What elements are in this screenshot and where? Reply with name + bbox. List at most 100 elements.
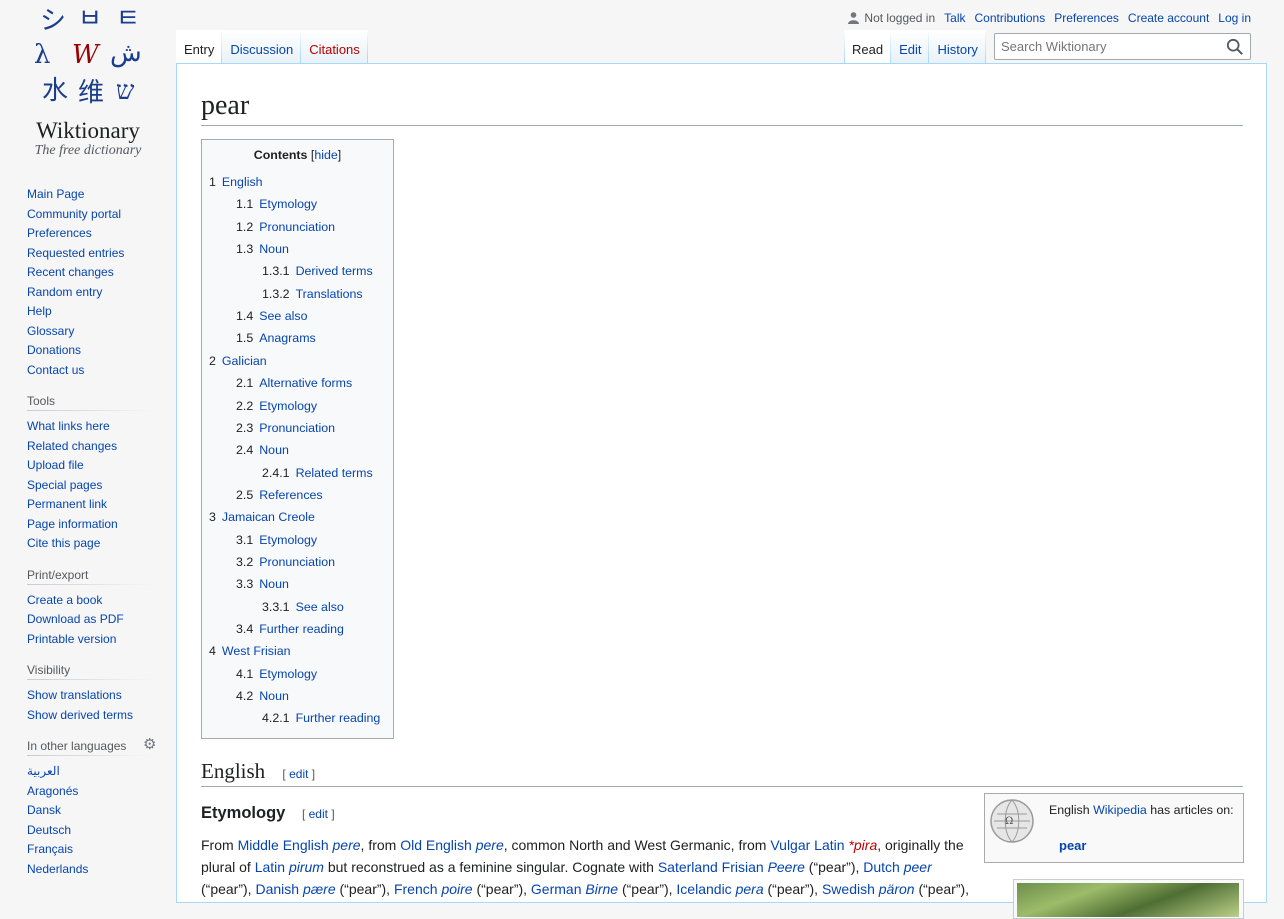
toc-link[interactable]: Jamaican Creole: [222, 510, 315, 524]
edit-section-link[interactable]: edit: [289, 767, 308, 781]
talk-link[interactable]: Talk: [944, 11, 965, 25]
pear-image[interactable]: [1017, 883, 1239, 917]
toc-item[interactable]: 1.3 Noun: [236, 242, 289, 256]
etymology-link[interactable]: Saterland Frisian: [658, 859, 764, 875]
sidebar-nav-link[interactable]: Recent changes: [27, 265, 114, 279]
toc-link[interactable]: Noun: [259, 577, 289, 591]
create-account-link[interactable]: Create account: [1128, 11, 1209, 25]
toc-item[interactable]: 3.1 Etymology: [236, 533, 317, 547]
toc-link[interactable]: Etymology: [259, 197, 317, 211]
etymology-link[interactable]: Old English: [400, 837, 472, 853]
sidebar-nav-link[interactable]: Main Page: [27, 187, 84, 201]
toc-item[interactable]: 3 Jamaican Creole: [209, 510, 315, 524]
tab-read[interactable]: Read: [844, 30, 891, 64]
toc-link[interactable]: Etymology: [259, 667, 317, 681]
tab-entry[interactable]: Entry: [176, 30, 222, 64]
edit-section-link[interactable]: edit: [309, 807, 328, 821]
toc-link[interactable]: Pronunciation: [259, 421, 335, 435]
toc-item[interactable]: 2.3 Pronunciation: [236, 421, 335, 435]
toc-item[interactable]: 2 Galician: [209, 354, 267, 368]
sidebar-nav-link[interactable]: Glossary: [27, 324, 74, 338]
toc-link[interactable]: Etymology: [259, 533, 317, 547]
toc-link[interactable]: Related terms: [296, 466, 373, 480]
sidebar-language-link[interactable]: Dansk: [27, 803, 61, 817]
search-icon[interactable]: [1226, 38, 1244, 56]
toc-link[interactable]: Further reading: [296, 711, 381, 725]
sidebar-print-link[interactable]: Create a book: [27, 593, 102, 607]
etymology-link[interactable]: Dutch: [863, 859, 900, 875]
toc-link[interactable]: West Frisian: [222, 644, 291, 658]
sidebar-visibility-link[interactable]: Show derived terms: [27, 708, 133, 722]
toc-link[interactable]: Noun: [259, 443, 289, 457]
sidebar-language-link[interactable]: Nederlands: [27, 862, 88, 876]
preferences-link[interactable]: Preferences: [1054, 11, 1119, 25]
etymology-link[interactable]: Latin: [255, 859, 285, 875]
wiktionary-logo[interactable]: シ ㅂ ㅌ λ W ش 水 维 ש Wiktionary The free di…: [0, 0, 176, 170]
sidebar-language-link[interactable]: Français: [27, 842, 73, 856]
gear-icon[interactable]: ⚙: [143, 737, 159, 753]
toc-link[interactable]: English: [222, 175, 263, 189]
sidebar-nav-link[interactable]: Help: [27, 304, 52, 318]
toc-item[interactable]: 2.5 References: [236, 488, 323, 502]
toc-item[interactable]: 2.4 Noun: [236, 443, 289, 457]
sidebar-nav-link[interactable]: Requested entries: [27, 246, 124, 260]
toc-item[interactable]: 1 English: [209, 175, 263, 189]
sidebar-nav-link[interactable]: Donations: [27, 343, 81, 357]
etymology-link[interactable]: Vulgar Latin: [770, 837, 844, 853]
toc-item[interactable]: 1.4 See also: [236, 309, 307, 323]
search-input[interactable]: [995, 34, 1215, 59]
sidebar-nav-link[interactable]: Preferences: [27, 226, 92, 240]
etymology-term-link[interactable]: pere: [333, 837, 361, 853]
toc-item[interactable]: 3.4 Further reading: [236, 622, 344, 636]
sidebar-language-link[interactable]: Deutsch: [27, 823, 71, 837]
sidebar-tools-link[interactable]: Upload file: [27, 458, 84, 472]
toc-link[interactable]: Noun: [259, 689, 289, 703]
toc-link[interactable]: Anagrams: [259, 331, 315, 345]
sidebar-visibility-link[interactable]: Show translations: [27, 688, 122, 702]
sidebar-tools-link[interactable]: What links here: [27, 419, 110, 433]
tab-history[interactable]: History: [929, 30, 985, 64]
toc-item[interactable]: 1.3.1 Derived terms: [262, 264, 373, 278]
wikipedia-link[interactable]: Wikipedia: [1093, 803, 1147, 817]
tab-discussion[interactable]: Discussion: [222, 30, 301, 64]
sidebar-nav-link[interactable]: Random entry: [27, 285, 102, 299]
sidebar-tools-link[interactable]: Page information: [27, 517, 118, 531]
sidebar-tools-link[interactable]: Special pages: [27, 478, 102, 492]
toc-item[interactable]: 2.2 Etymology: [236, 399, 317, 413]
sidebar-language-link[interactable]: العربية: [27, 764, 60, 778]
toc-link[interactable]: References: [259, 488, 322, 502]
toc-link[interactable]: Noun: [259, 242, 289, 256]
toc-link[interactable]: Pronunciation: [259, 555, 335, 569]
wikipedia-article-link[interactable]: pear: [1059, 838, 1086, 853]
toc-item[interactable]: 3.2 Pronunciation: [236, 555, 335, 569]
etymology-term-link[interactable]: pirum: [289, 859, 324, 875]
contributions-link[interactable]: Contributions: [974, 11, 1045, 25]
toc-item[interactable]: 2.1 Alternative forms: [236, 376, 352, 390]
tab-citations[interactable]: Citations: [301, 30, 368, 64]
toc-item[interactable]: 1.2 Pronunciation: [236, 220, 335, 234]
toc-hide-link[interactable]: hide: [314, 148, 337, 162]
toc-link[interactable]: Translations: [296, 287, 363, 301]
etymology-redlink[interactable]: *pira: [848, 837, 877, 853]
sidebar-print-link[interactable]: Printable version: [27, 632, 116, 646]
sidebar-language-link[interactable]: Aragonés: [27, 784, 78, 798]
toc-link[interactable]: See also: [296, 600, 344, 614]
sidebar-nav-link[interactable]: Community portal: [27, 207, 121, 221]
toc-item[interactable]: 4.2.1 Further reading: [262, 711, 380, 725]
toc-item[interactable]: 1.3.2 Translations: [262, 287, 363, 301]
toc-item[interactable]: 4.2 Noun: [236, 689, 289, 703]
etymology-term-link[interactable]: peer: [904, 859, 932, 875]
toc-item[interactable]: 3.3 Noun: [236, 577, 289, 591]
toc-item[interactable]: 1.5 Anagrams: [236, 331, 316, 345]
toc-item[interactable]: 2.4.1 Related terms: [262, 466, 373, 480]
etymology-link[interactable]: Middle English: [238, 837, 329, 853]
toc-link[interactable]: Galician: [222, 354, 267, 368]
pear-image-thumbnail[interactable]: [1013, 879, 1244, 919]
sidebar-tools-link[interactable]: Permanent link: [27, 497, 107, 511]
toc-link[interactable]: Alternative forms: [259, 376, 352, 390]
toc-link[interactable]: Pronunciation: [259, 220, 335, 234]
toc-link[interactable]: Etymology: [259, 399, 317, 413]
toc-item[interactable]: 4 West Frisian: [209, 644, 291, 658]
tab-edit[interactable]: Edit: [891, 30, 929, 64]
toc-link[interactable]: See also: [259, 309, 307, 323]
